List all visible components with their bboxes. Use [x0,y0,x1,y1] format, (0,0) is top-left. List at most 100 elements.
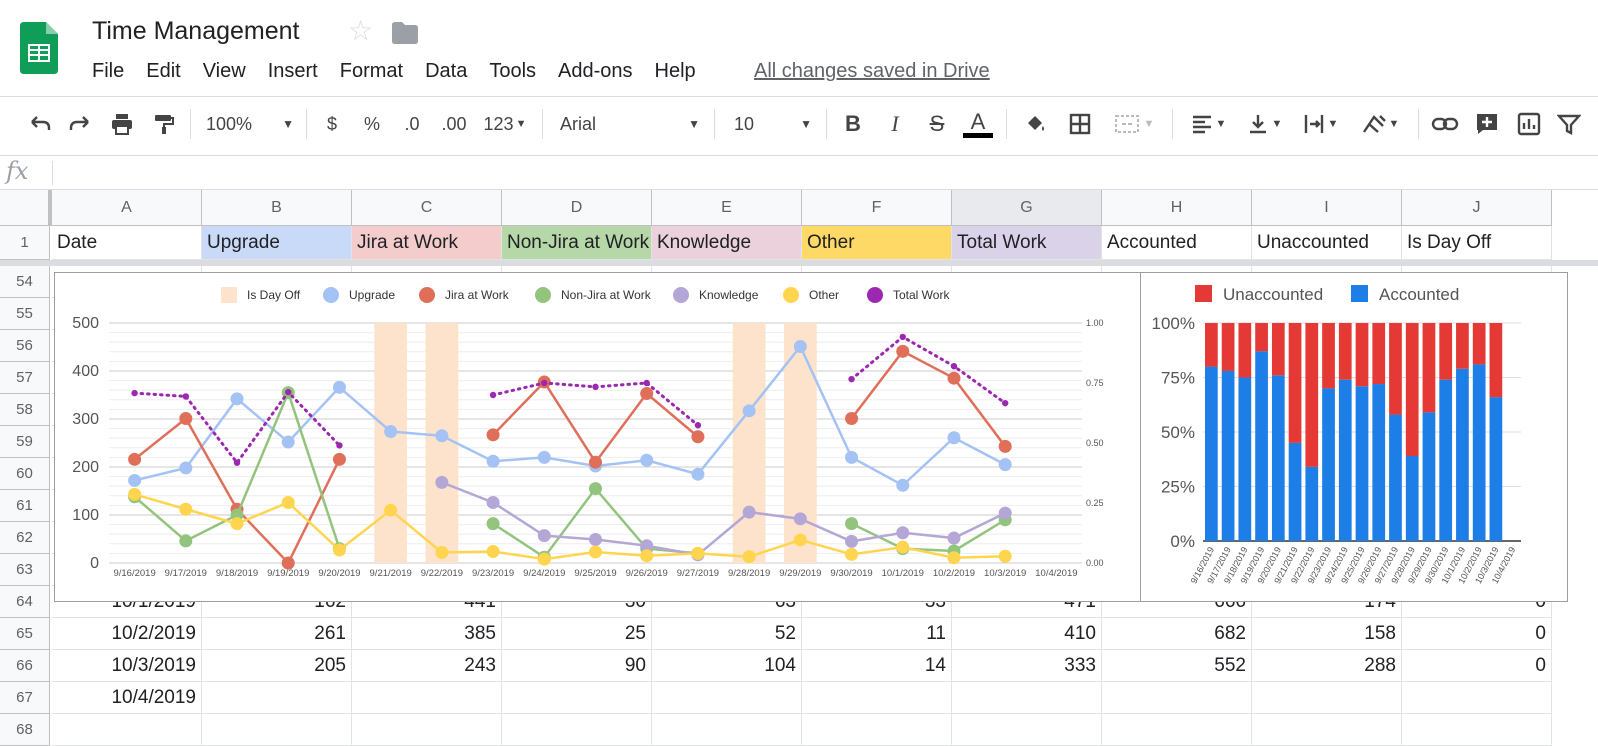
cell[interactable]: 333 [952,650,1102,682]
cell[interactable]: 25 [502,618,652,650]
header-cell[interactable]: Accounted [1102,226,1252,260]
bold-button[interactable]: B [838,107,868,141]
vertical-align-icon[interactable]: ▼ [1240,107,1288,141]
cell[interactable]: 205 [202,650,352,682]
column-header-e[interactable]: E [652,190,802,226]
menu-file[interactable]: File [92,60,124,83]
cell[interactable]: 10/3/2019 [52,650,202,682]
row-header[interactable]: 1 [0,226,50,260]
cell[interactable]: 0 [1402,650,1552,682]
fill-color-icon[interactable] [1020,107,1052,141]
column-header-i[interactable]: I [1252,190,1402,226]
decrease-decimal-button[interactable]: .0 [396,107,428,141]
cell[interactable] [952,714,1102,746]
menu-format[interactable]: Format [340,60,403,83]
cell[interactable]: 682 [1102,618,1252,650]
borders-icon[interactable] [1064,107,1096,141]
column-header-c[interactable]: C [352,190,502,226]
sheets-logo-icon[interactable] [20,22,58,74]
currency-button[interactable]: $ [318,107,346,141]
row-header[interactable]: 58 [0,394,50,426]
select-all-corner[interactable] [0,190,52,226]
row-header[interactable]: 59 [0,426,50,458]
row-header[interactable]: 56 [0,330,50,362]
cell[interactable] [1102,714,1252,746]
strikethrough-button[interactable]: S [922,107,952,141]
cell[interactable] [202,714,352,746]
column-header-j[interactable]: J [1402,190,1552,226]
stacked-bar-chart[interactable]: 100% 75% 50% 25% 0% 9/16/2019 9/17/2019 9/18/20… [1140,272,1568,602]
horizontal-align-icon[interactable]: ▼ [1184,107,1232,141]
cell[interactable]: 0 [1402,618,1552,650]
cell[interactable] [502,682,652,714]
menu-insert[interactable]: Insert [268,60,318,83]
row-header[interactable]: 67 [0,682,50,714]
cell[interactable]: 10/2/2019 [52,618,202,650]
star-icon[interactable]: ☆ [348,14,373,47]
cell[interactable]: 11 [802,618,952,650]
column-header-b[interactable]: B [202,190,352,226]
cell[interactable] [802,714,952,746]
cell[interactable] [1402,714,1552,746]
menu-data[interactable]: Data [425,60,467,83]
document-title[interactable]: Time Management [92,17,300,46]
cell[interactable]: 104 [652,650,802,682]
cell[interactable] [652,714,802,746]
cell[interactable] [1402,682,1552,714]
undo-icon[interactable] [24,107,56,141]
text-wrapping-icon[interactable]: ▼ [1296,107,1344,141]
save-status-link[interactable]: All changes saved in Drive [754,60,990,83]
header-cell[interactable]: Total Work [952,226,1102,260]
header-cell[interactable]: Upgrade [202,226,352,260]
menu-edit[interactable]: Edit [146,60,180,83]
cell[interactable]: 90 [502,650,652,682]
text-color-button[interactable]: A [962,107,994,141]
menu-help[interactable]: Help [655,60,696,83]
font-family-select[interactable]: Arial ▼ [560,107,700,141]
column-header-g[interactable]: G [952,190,1102,226]
header-cell[interactable]: Other [802,226,952,260]
row-header[interactable]: 57 [0,362,50,394]
percent-button[interactable]: % [358,107,386,141]
cell[interactable]: 552 [1102,650,1252,682]
row-header[interactable]: 62 [0,522,50,554]
menu-tools[interactable]: Tools [489,60,536,83]
header-cell[interactable]: Knowledge [652,226,802,260]
redo-icon[interactable] [64,107,96,141]
column-header-h[interactable]: H [1102,190,1252,226]
formula-input[interactable] [62,161,1562,185]
header-cell[interactable]: Date [52,226,202,260]
row-header[interactable]: 63 [0,554,50,586]
header-cell[interactable]: Is Day Off [1402,226,1552,260]
cell[interactable]: 10/4/2019 [52,682,202,714]
increase-decimal-button[interactable]: .00 [436,107,472,141]
cell[interactable] [652,682,802,714]
print-icon[interactable] [106,107,138,141]
cell[interactable] [1252,714,1402,746]
insert-link-icon[interactable] [1428,107,1462,141]
cell[interactable] [52,714,202,746]
paint-format-icon[interactable] [148,107,180,141]
insert-comment-icon[interactable] [1470,107,1504,141]
row-header[interactable]: 64 [0,586,50,618]
cell[interactable] [802,682,952,714]
folder-icon[interactable] [392,22,418,44]
row-header[interactable]: 54 [0,266,50,298]
cell[interactable] [1252,682,1402,714]
row-header[interactable]: 61 [0,490,50,522]
cell[interactable]: 288 [1252,650,1402,682]
cell[interactable] [202,682,352,714]
merge-cells-icon[interactable]: ▼ [1108,107,1160,141]
cell[interactable] [1102,682,1252,714]
cell[interactable]: 14 [802,650,952,682]
cell[interactable]: 52 [652,618,802,650]
row-header[interactable]: 66 [0,650,50,682]
cell[interactable] [952,682,1102,714]
cell[interactable]: 385 [352,618,502,650]
column-header-a[interactable]: A [52,190,202,226]
header-cell[interactable]: Unaccounted [1252,226,1402,260]
menu-view[interactable]: View [203,60,246,83]
menu-addons[interactable]: Add-ons [558,60,633,83]
row-header[interactable]: 68 [0,714,50,746]
row-header[interactable]: 65 [0,618,50,650]
